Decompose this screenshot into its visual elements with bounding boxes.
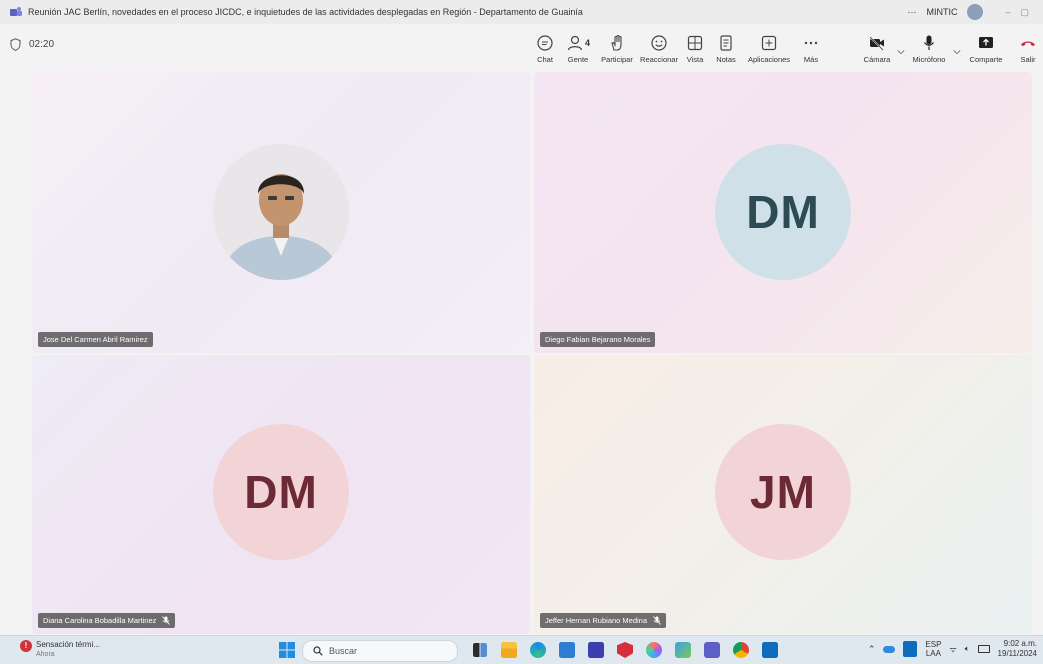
clock-date: 19/11/2024 <box>997 649 1037 658</box>
volume-icon[interactable]: 🔈︎ <box>965 644 970 654</box>
copilot-icon[interactable] <box>646 642 662 658</box>
chevron-down-icon <box>897 50 905 55</box>
store-icon[interactable] <box>559 642 575 658</box>
microphone-icon <box>924 35 934 50</box>
meeting-timer: 02:20 <box>10 38 54 51</box>
grid-view-icon <box>687 35 703 51</box>
camera-options-button[interactable] <box>896 30 906 64</box>
smiley-icon <box>651 35 667 51</box>
task-view-icon[interactable] <box>473 643 487 657</box>
chevron-up-icon[interactable]: ⌃ <box>868 644 876 655</box>
participant-grid: Jose Del Carmen Abril Ramirez DM Diego F… <box>32 72 1032 634</box>
react-button[interactable]: Reaccionar <box>638 30 680 64</box>
people-button[interactable]: 4 Gente <box>560 30 596 64</box>
share-screen-icon <box>979 37 993 48</box>
minimize-button[interactable]: – <box>1005 7 1010 17</box>
hang-up-icon <box>1021 41 1035 47</box>
participant-name: Jose Del Carmen Abril Ramirez <box>43 335 148 344</box>
alert-icon: ! <box>20 640 32 652</box>
camera-off-icon <box>869 36 884 51</box>
windows-start-icon[interactable] <box>279 642 295 658</box>
taskbar-apps <box>470 640 780 660</box>
mic-muted-icon <box>162 616 171 625</box>
restore-button[interactable]: ▢ <box>1020 7 1029 18</box>
participant-initials: DM <box>746 186 820 238</box>
window-title-bar: Reunión JAC Berlín, novedades en el proc… <box>0 0 1043 24</box>
view-button[interactable]: Vista <box>680 30 710 64</box>
people-icon <box>567 35 583 51</box>
participant-name-chip: Jose Del Carmen Abril Ramirez <box>38 332 153 347</box>
raise-hand-button[interactable]: Participar <box>596 30 638 64</box>
participant-photo <box>213 144 349 280</box>
edge-icon[interactable] <box>530 642 546 658</box>
meeting-toolbar: 02:20 Chat 4 Gente Participar Reaccionar… <box>0 24 1043 70</box>
meeting-title: Reunión JAC Berlín, novedades en el proc… <box>28 7 583 17</box>
weather-widget[interactable]: ! Sensación térmi... Ahora <box>20 640 100 660</box>
participant-initials: JM <box>750 466 816 518</box>
chat-button[interactable]: Chat <box>530 30 560 64</box>
maps-icon[interactable] <box>675 642 691 658</box>
notes-icon <box>720 35 732 51</box>
participant-tile[interactable]: Jose Del Carmen Abril Ramirez <box>32 72 530 353</box>
timer-text: 02:20 <box>29 39 55 50</box>
org-label: MINTIC <box>926 7 958 17</box>
apps-button[interactable]: Aplicaciones <box>742 30 796 64</box>
participant-initials-avatar: DM <box>715 144 851 280</box>
leave-button[interactable]: Salir <box>1010 30 1043 64</box>
search-icon <box>313 646 323 656</box>
add-app-icon <box>761 35 777 51</box>
system-tray: ⌃ ESP LAA ᯤ 🔈︎ 9:02 a.m. 19/11/2024 <box>868 639 1037 659</box>
teams-taskbar-icon[interactable] <box>704 642 720 658</box>
device-controls: Cámara Micrófono Comparte Salir <box>858 30 1043 64</box>
participant-initials-avatar: DM <box>213 424 349 560</box>
participant-tile[interactable]: DM Diego Fabian Bejarano Morales <box>534 72 1032 353</box>
participant-name-chip: Diana Carolina Bobadilla Martinez <box>38 613 176 628</box>
language-indicator[interactable]: ESP LAA <box>925 640 941 658</box>
wifi-icon[interactable]: ᯤ <box>949 644 956 655</box>
participant-name-chip: Jeffer Hernan Rubiano Medina <box>540 613 667 628</box>
participant-initials-avatar: JM <box>715 424 851 560</box>
participant-name: Diana Carolina Bobadilla Martinez <box>43 616 157 625</box>
person-photo-icon <box>213 144 349 280</box>
more-actions-button[interactable]: Más <box>796 30 826 64</box>
share-button[interactable]: Comparte <box>962 30 1010 64</box>
mic-button[interactable]: Micrófono <box>906 30 952 64</box>
chrome-icon[interactable] <box>733 642 749 658</box>
battery-icon[interactable] <box>977 645 990 653</box>
participant-name: Jeffer Hernan Rubiano Medina <box>545 616 648 625</box>
zoom-app-icon[interactable] <box>588 642 604 658</box>
participant-tile[interactable]: JM Jeffer Hernan Rubiano Medina <box>534 355 1032 634</box>
windows-taskbar: ! Sensación térmi... Ahora Buscar ⌃ ESP … <box>0 635 1043 664</box>
people-count: 4 <box>584 38 590 48</box>
search-placeholder: Buscar <box>329 646 358 656</box>
camera-button[interactable]: Cámara <box>858 30 896 64</box>
more-options-button[interactable]: ··· <box>907 7 916 17</box>
participant-name-chip: Diego Fabian Bejarano Morales <box>540 332 656 347</box>
weather-subtitle: Ahora <box>36 651 55 658</box>
file-explorer-icon[interactable] <box>501 642 517 658</box>
mic-active-icon[interactable] <box>903 641 918 657</box>
mic-options-button[interactable] <box>952 30 962 64</box>
chat-icon <box>537 35 553 51</box>
chevron-down-icon <box>953 50 961 55</box>
mic-muted-icon <box>653 616 661 625</box>
participant-name: Diego Fabian Bejarano Morales <box>545 335 651 344</box>
mcafee-icon[interactable] <box>617 642 633 658</box>
taskbar-search-input[interactable]: Buscar <box>302 640 458 662</box>
participant-initials: DM <box>244 466 318 518</box>
user-avatar[interactable] <box>967 4 984 20</box>
onedrive-icon[interactable] <box>883 645 896 653</box>
teams-icon <box>10 7 22 16</box>
shield-icon <box>10 38 21 51</box>
clock[interactable]: 9:02 a.m. 19/11/2024 <box>998 639 1037 659</box>
outlook-icon[interactable] <box>762 642 778 658</box>
hand-icon <box>611 34 622 51</box>
weather-title: Sensación térmi... <box>36 640 101 649</box>
notes-button[interactable]: Notas <box>710 30 742 64</box>
meeting-actions: Chat 4 Gente Participar Reaccionar Vista… <box>530 30 826 64</box>
more-icon <box>804 41 818 45</box>
participant-tile[interactable]: DM Diana Carolina Bobadilla Martinez <box>32 355 530 634</box>
clock-time: 9:02 a.m. <box>1003 639 1037 648</box>
